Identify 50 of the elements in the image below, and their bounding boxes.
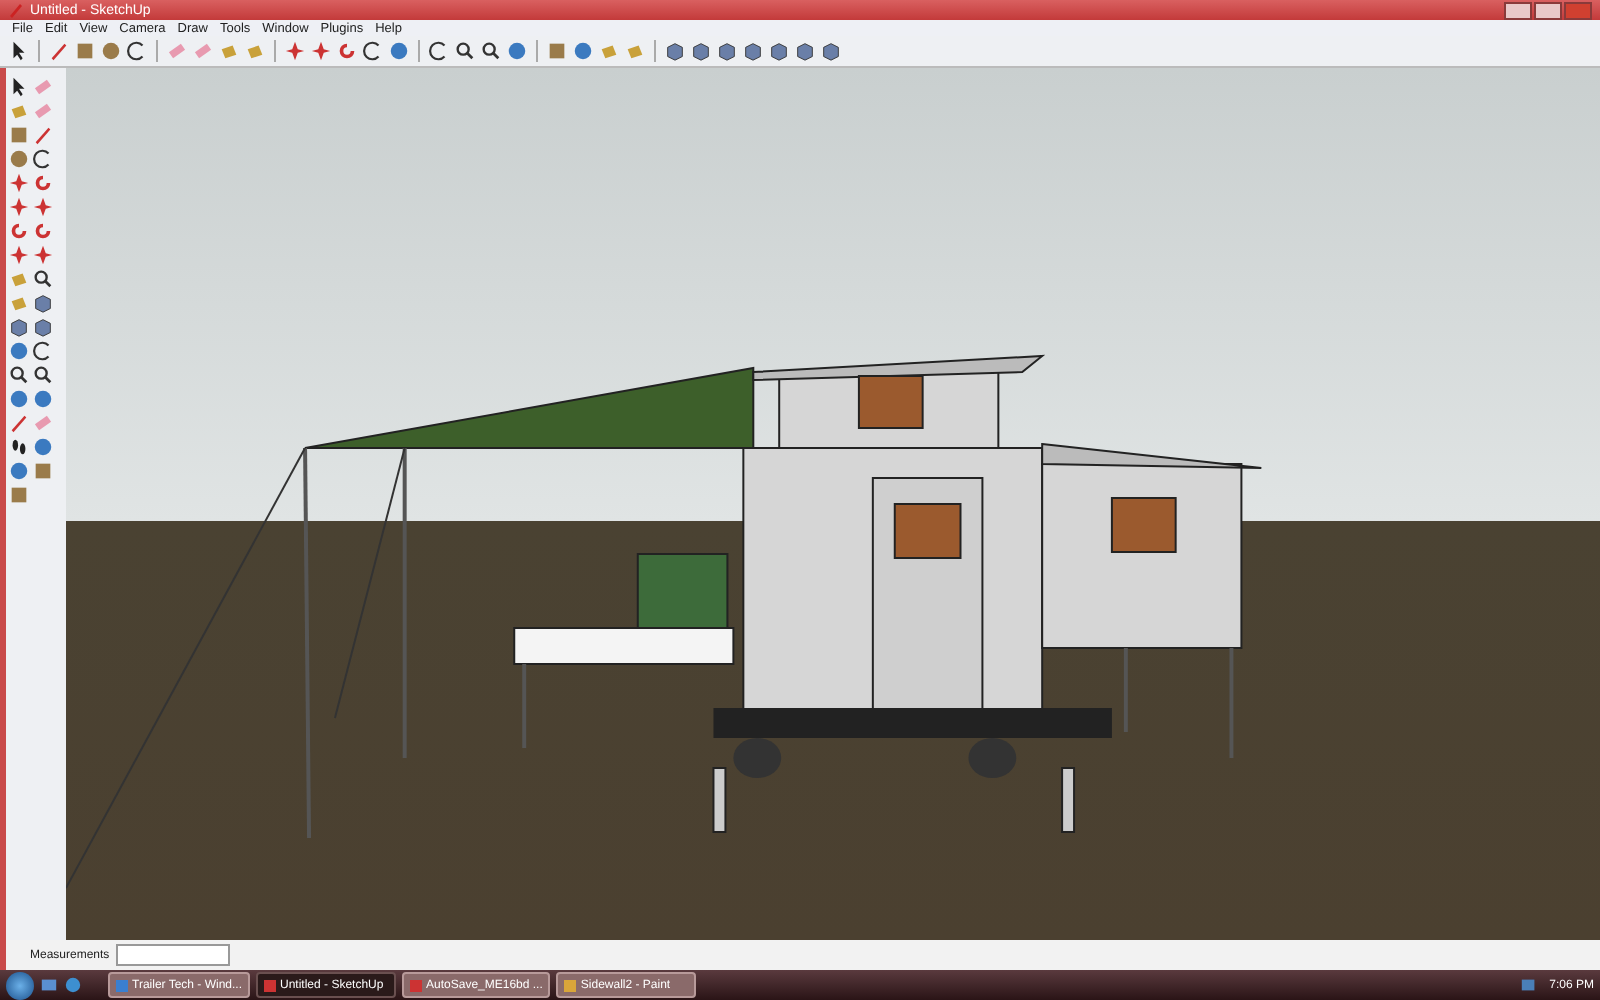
app-icon [564,979,577,991]
rotate-icon[interactable] [32,172,54,194]
star-icon[interactable] [32,196,54,218]
start-button[interactable] [6,971,34,999]
maximize-button[interactable] [1534,1,1562,19]
star-icon[interactable] [310,40,332,62]
cube-icon[interactable] [768,40,790,62]
cube-icon[interactable] [32,292,54,314]
star-icon[interactable] [8,172,30,194]
cube-icon[interactable] [820,40,842,62]
cube-icon[interactable] [716,40,738,62]
minimize-button[interactable] [1504,1,1532,19]
magnifier-icon[interactable] [480,40,502,62]
arc-icon[interactable] [32,340,54,362]
rotate-icon[interactable] [8,220,30,242]
measurements-field[interactable] [115,944,230,966]
arc-icon[interactable] [362,40,384,62]
pencil-icon[interactable] [32,124,54,146]
cube-icon[interactable] [8,316,30,338]
app-icon [116,979,128,991]
cube-icon[interactable] [32,316,54,338]
rotate-icon[interactable] [336,40,358,62]
magnifier-icon[interactable] [454,40,476,62]
magnifier-icon[interactable] [8,364,30,386]
app-icon [264,979,277,991]
square-icon[interactable] [74,40,96,62]
star-icon[interactable] [8,196,30,218]
magnifier-icon[interactable] [32,268,54,290]
footprint-icon[interactable] [8,436,30,458]
cube-icon[interactable] [794,40,816,62]
cube-icon[interactable] [690,40,712,62]
arc-icon[interactable] [32,148,54,170]
pencil-icon[interactable] [48,40,70,62]
square-icon[interactable] [8,484,30,506]
star-icon[interactable] [8,244,30,266]
cube-icon[interactable] [664,40,686,62]
app-icon [410,979,423,991]
arc-icon[interactable] [126,40,148,62]
cursor-icon[interactable] [8,76,30,98]
star-icon[interactable] [284,40,306,62]
star-icon[interactable] [32,244,54,266]
magnifier-icon[interactable] [32,364,54,386]
cursor-icon[interactable] [8,40,30,62]
square-icon[interactable] [546,40,568,62]
arc-icon[interactable] [428,40,450,62]
network-icon[interactable] [1519,976,1538,994]
cube-icon[interactable] [742,40,764,62]
rotate-icon[interactable] [32,220,54,242]
desktop-icon[interactable] [40,976,58,994]
pencil-icon[interactable] [8,412,30,434]
